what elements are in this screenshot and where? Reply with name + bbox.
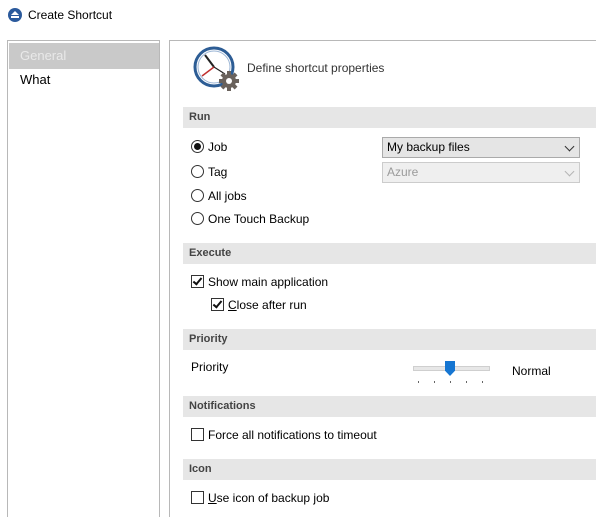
job-select-value: My backup files — [387, 140, 470, 154]
tag-select-value: Azure — [387, 165, 419, 179]
app-icon — [8, 8, 22, 22]
radio-circle[interactable] — [191, 212, 204, 225]
tag-select: Azure — [382, 162, 580, 183]
force-timeout-checkbox[interactable]: Force all notifications to timeout — [191, 426, 377, 444]
clock-gear-icon — [193, 46, 239, 91]
priority-value: Normal — [512, 364, 551, 378]
radio-circle[interactable] — [191, 189, 204, 202]
close-after-mnemonic: C — [228, 298, 237, 312]
section-icon: Icon — [183, 459, 596, 480]
checkbox-box[interactable] — [191, 491, 204, 504]
window-title: Create Shortcut — [28, 8, 113, 22]
checkbox-box[interactable] — [191, 275, 204, 288]
job-select[interactable]: My backup files — [382, 137, 580, 158]
show-main-checkbox[interactable]: Show main application — [191, 273, 328, 291]
force-timeout-label: Force all notifications to timeout — [208, 428, 377, 442]
header-title: Define shortcut properties — [247, 61, 385, 75]
section-priority: Priority — [183, 329, 596, 350]
chevron-down-icon — [564, 166, 575, 177]
slider-tick — [450, 381, 451, 383]
slider-tick — [482, 381, 483, 383]
radio-circle[interactable] — [191, 140, 204, 153]
radio-one-touch-label: One Touch Backup — [208, 212, 310, 226]
radio-job-label: Job — [208, 140, 228, 154]
nav-item-what[interactable]: What — [9, 67, 159, 93]
radio-job[interactable]: Job — [191, 138, 227, 156]
radio-tag-label: Tag — [208, 165, 228, 179]
use-icon-mnemonic: U — [208, 491, 217, 505]
slider-thumb[interactable] — [445, 361, 455, 376]
radio-all-jobs[interactable]: All jobs — [191, 187, 247, 205]
radio-all-jobs-label: All jobs — [208, 189, 247, 203]
slider-tick — [466, 381, 467, 383]
title-bar: Create Shortcut — [0, 0, 596, 30]
radio-tag[interactable]: Tag — [191, 163, 227, 181]
close-after-run-checkbox[interactable]: Close after run — [211, 296, 307, 314]
close-after-label: lose after run — [236, 298, 307, 312]
radio-circle[interactable] — [191, 165, 204, 178]
show-main-label: Show main application — [208, 275, 329, 289]
radio-one-touch[interactable]: One Touch Backup — [191, 210, 309, 228]
section-run: Run — [183, 107, 596, 128]
content-panel: Define shortcut properties Run Job Tag A… — [169, 40, 596, 517]
nav-item-general[interactable]: General — [9, 43, 159, 69]
section-notifications: Notifications — [183, 396, 596, 417]
priority-label: Priority — [191, 360, 229, 374]
use-icon-label: se icon of backup job — [216, 491, 330, 505]
slider-tick — [434, 381, 435, 383]
slider-tick — [418, 381, 419, 383]
nav-panel: General What — [7, 40, 160, 517]
use-icon-checkbox[interactable]: Use icon of backup job — [191, 489, 329, 507]
section-execute: Execute — [183, 243, 596, 264]
checkbox-box[interactable] — [211, 298, 224, 311]
priority-slider[interactable] — [413, 361, 490, 389]
chevron-down-icon — [564, 141, 575, 152]
checkbox-box[interactable] — [191, 428, 204, 441]
